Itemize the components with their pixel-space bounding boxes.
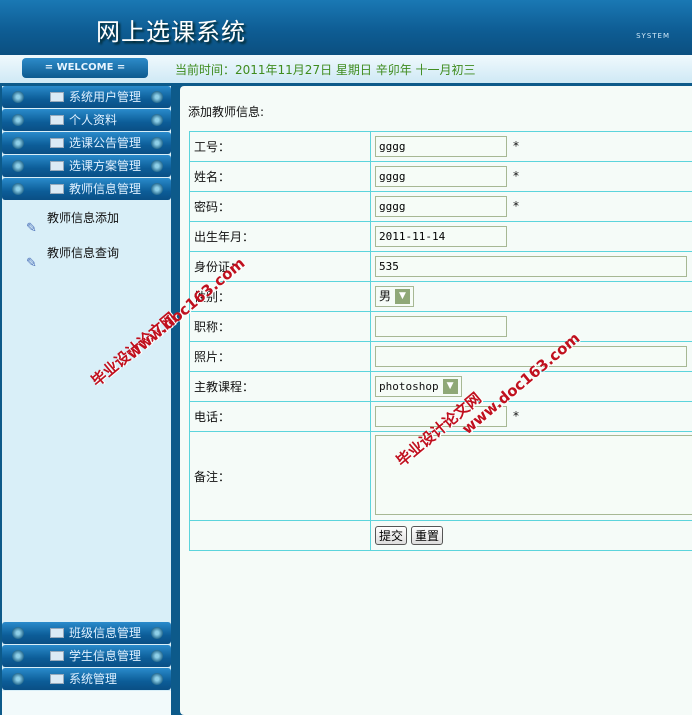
- gender-select[interactable]: 男 ▼: [375, 286, 415, 307]
- row-photo: 照片：: [189, 341, 692, 372]
- sub-add-teacher[interactable]: ✎ 教师信息添加: [2, 201, 171, 236]
- nav-profile[interactable]: 个人资料: [2, 109, 171, 131]
- bullet-icon: [151, 160, 163, 172]
- row-course: 主教课程： photoshop ▼: [189, 371, 692, 402]
- row-actions: 提交 重置: [189, 520, 692, 551]
- bullet-icon: [12, 627, 24, 639]
- row-title: 职称：: [189, 311, 692, 342]
- nav-label: 系统用户管理: [69, 90, 142, 104]
- bullet-icon: [151, 114, 163, 126]
- sub-label: 教师信息查询: [47, 246, 120, 260]
- envelope-icon: [50, 138, 64, 148]
- row-password: 密码： *: [189, 191, 692, 222]
- envelope-icon: [50, 628, 64, 638]
- envelope-icon: [50, 651, 64, 661]
- bullet-icon: [151, 627, 163, 639]
- label-course: 主教课程：: [189, 371, 371, 402]
- label-phone: 电话：: [189, 401, 371, 432]
- label-photo: 照片：: [189, 341, 371, 372]
- chevron-down-icon: ▼: [442, 379, 458, 394]
- app-title: 网上选课系统: [96, 18, 246, 46]
- empty-cell: [189, 520, 371, 551]
- row-id: 工号： *: [189, 131, 692, 162]
- nav-label: 班级信息管理: [69, 626, 142, 640]
- nav-label: 学生信息管理: [69, 649, 142, 663]
- envelope-icon: [50, 674, 64, 684]
- form-title: 添加教师信息:: [188, 105, 265, 119]
- label-password: 密码：: [189, 191, 371, 222]
- label-birth: 出生年月：: [189, 221, 371, 252]
- row-remark: 备注：: [189, 431, 692, 521]
- sub-query-teacher[interactable]: ✎ 教师信息查询: [2, 236, 171, 271]
- gender-value: 男: [379, 289, 392, 303]
- label-remark: 备注：: [189, 431, 371, 521]
- row-gender: 性别：男 ▼: [189, 281, 692, 312]
- nav-teachers[interactable]: 教师信息管理: [2, 178, 171, 200]
- envelope-icon: [50, 161, 64, 171]
- name-input[interactable]: [375, 166, 507, 187]
- id-input[interactable]: [375, 136, 507, 157]
- label-title: 职称：: [189, 311, 371, 342]
- bullet-icon: [12, 160, 24, 172]
- course-value: photoshop: [379, 380, 439, 393]
- bullet-icon: [151, 183, 163, 195]
- row-idcard: 身份证：: [189, 251, 692, 282]
- nav-classes[interactable]: 班级信息管理: [2, 622, 171, 644]
- submit-button[interactable]: 提交: [375, 526, 408, 545]
- bullet-icon: [151, 673, 163, 685]
- system-badge: SYSTEM: [636, 32, 670, 40]
- sub-label: 教师信息添加: [47, 211, 120, 225]
- main-content: 添加教师信息: 工号：* 姓名：* 密码：* 出生年月： 身份证： 性别：男▼ …: [180, 86, 692, 715]
- required-mark: *: [513, 169, 519, 183]
- title-input[interactable]: [375, 316, 507, 337]
- required-mark: *: [513, 139, 519, 153]
- nav-label: 个人资料: [69, 113, 118, 127]
- welcome-label: = WELCOME =: [22, 58, 148, 78]
- chevron-down-icon: ▼: [395, 289, 411, 304]
- teacher-form: 工号：* 姓名：* 密码：* 出生年月： 身份证： 性别：男▼ 职称： 照片： …: [189, 131, 692, 551]
- envelope-icon: [50, 115, 64, 125]
- bullet-icon: [12, 137, 24, 149]
- header: 网上选课系统 SYSTEM: [0, 0, 692, 55]
- birth-input[interactable]: [375, 226, 507, 247]
- nav-plans[interactable]: 选课方案管理: [2, 155, 171, 177]
- reset-button[interactable]: 重置: [411, 526, 444, 545]
- nav-system[interactable]: 系统管理: [2, 668, 171, 690]
- nav-label: 系统管理: [69, 672, 118, 686]
- sidebar-footer: [2, 691, 171, 715]
- bullet-icon: [12, 91, 24, 103]
- envelope-icon: [50, 184, 64, 194]
- required-mark: *: [513, 199, 519, 213]
- nav-system-users[interactable]: 系统用户管理: [2, 86, 171, 108]
- row-name: 姓名： *: [189, 161, 692, 192]
- label-name: 姓名：: [189, 161, 371, 192]
- bullet-icon: [12, 183, 24, 195]
- idcard-input[interactable]: [375, 256, 687, 277]
- bullet-icon: [151, 137, 163, 149]
- password-input[interactable]: [375, 196, 507, 217]
- bullet-icon: [12, 650, 24, 662]
- nav-students[interactable]: 学生信息管理: [2, 645, 171, 667]
- sidebar: 系统用户管理 个人资料 选课公告管理 选课方案管理 教师信息管理 ✎ 教师信息添加…: [2, 86, 171, 715]
- label-id: 工号：: [189, 131, 371, 162]
- row-birth: 出生年月：: [189, 221, 692, 252]
- nav-label: 选课公告管理: [69, 136, 142, 150]
- bullet-icon: [151, 91, 163, 103]
- welcome-bar: = WELCOME = 当前时间：2011年11月27日 星期日 辛卯年 十一月…: [0, 55, 692, 83]
- nav-label: 教师信息管理: [69, 182, 142, 196]
- current-time: 当前时间：2011年11月27日 星期日 辛卯年 十一月初三: [175, 63, 476, 77]
- nav-label: 选课方案管理: [69, 159, 142, 173]
- bullet-icon: [151, 650, 163, 662]
- bullet-icon: [12, 673, 24, 685]
- pencil-icon: ✎: [26, 256, 37, 271]
- envelope-icon: [50, 92, 64, 102]
- nav-announcements[interactable]: 选课公告管理: [2, 132, 171, 154]
- bullet-icon: [12, 114, 24, 126]
- required-mark: *: [513, 409, 519, 423]
- course-select[interactable]: photoshop ▼: [375, 376, 462, 397]
